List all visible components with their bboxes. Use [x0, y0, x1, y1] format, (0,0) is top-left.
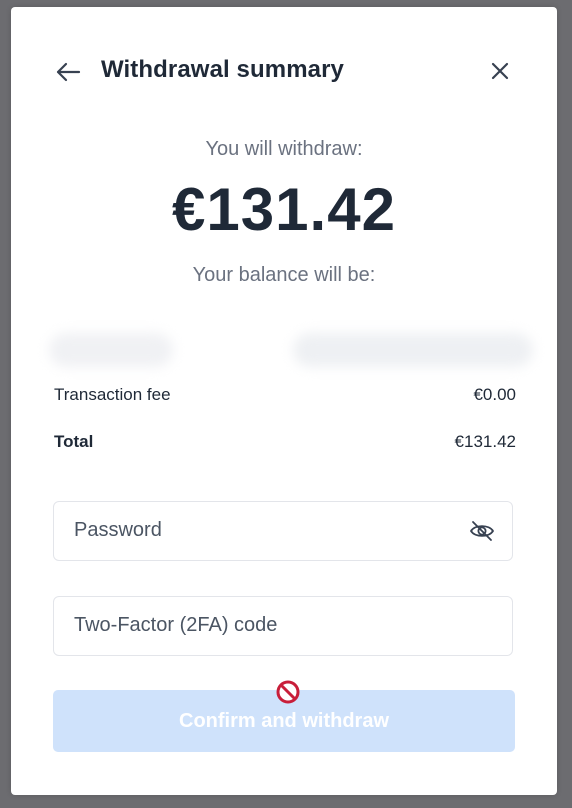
back-button[interactable]: [53, 57, 83, 87]
dialog-title: Withdrawal summary: [101, 56, 344, 83]
transaction-fee-value: €0.00: [473, 385, 516, 404]
close-icon: [491, 62, 509, 80]
transaction-fee-row: Transaction fee €0.00: [54, 385, 516, 405]
two-factor-field: [53, 596, 513, 656]
withdraw-label: You will withdraw:: [205, 138, 363, 160]
password-field: [53, 501, 513, 561]
eye-off-icon: [470, 521, 494, 541]
total-label: Total: [54, 432, 94, 451]
transaction-fee-label: Transaction fee: [54, 385, 171, 404]
blurred-balance-label: [49, 333, 173, 367]
blurred-balance-value: [293, 333, 533, 367]
total-value: €131.42: [454, 432, 516, 451]
two-factor-input[interactable]: [74, 597, 454, 654]
password-input[interactable]: [74, 502, 454, 559]
arrow-left-icon: [56, 62, 81, 82]
balance-label: Your balance will be:: [192, 264, 376, 286]
withdrawal-summary-dialog: Withdrawal summary You will withdraw: €1…: [11, 7, 557, 795]
close-button[interactable]: [485, 56, 515, 86]
withdraw-amount: €131.42: [172, 176, 396, 243]
total-row: Total €131.42: [54, 432, 516, 452]
toggle-password-visibility-button[interactable]: [467, 516, 497, 546]
dialog-header: Withdrawal summary: [11, 7, 557, 133]
not-allowed-icon: [276, 680, 300, 704]
